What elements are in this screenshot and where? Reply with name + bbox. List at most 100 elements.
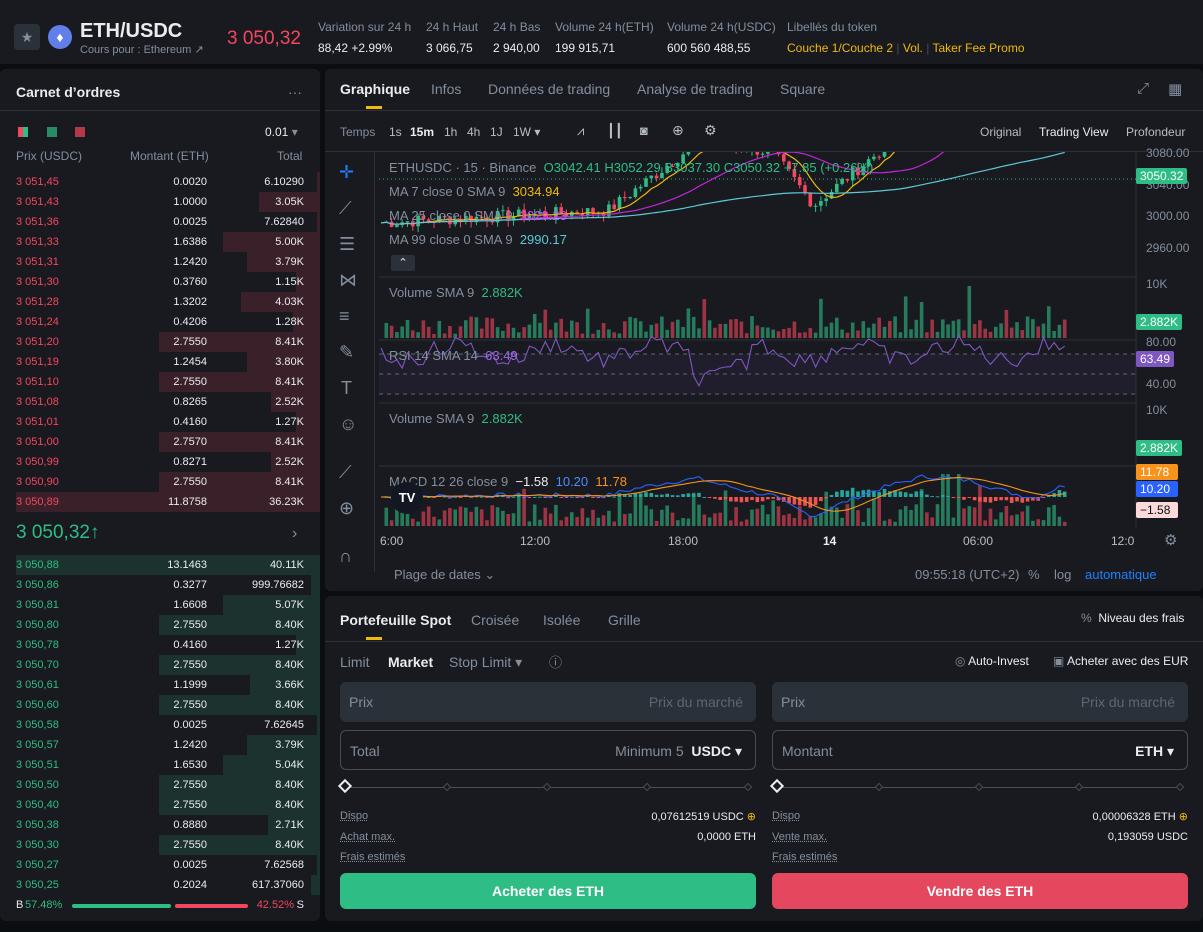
pair-subtitle[interactable]: Cours pour : Ethereum ↗ [80,43,204,56]
pair-title[interactable]: ETH/USDC [80,20,182,43]
sell-fees-label[interactable]: Frais estimés [772,851,837,863]
bid-row[interactable]: 3 050,86 0.3277 999.76682 [0,575,320,595]
bid-row[interactable]: 3 050,58 0.0025 7.62645 [0,715,320,735]
emoji-icon[interactable]: ☺ [339,414,357,435]
view-asks-icon[interactable] [75,127,85,137]
view-both-icon[interactable] [18,127,28,137]
buy-max-label[interactable]: Achat max. [340,831,395,843]
candle-type-icon[interactable]: ┃┃ [607,123,623,139]
mid-price[interactable]: 3 050,32↑ [16,522,99,544]
view-trading-view[interactable]: Trading View [1039,125,1108,139]
mid-more-icon[interactable]: › [292,525,297,543]
order-type-market[interactable]: Market [388,654,433,670]
interval-15m[interactable]: 15m [410,125,434,139]
crosshair-icon[interactable]: ✛ [339,162,354,183]
interval-1s[interactable]: 1s [389,125,402,139]
bid-row[interactable]: 3 050,60 2.7550 8.40K [0,695,320,715]
interval-1d[interactable]: 1J [490,125,503,139]
interval-1h[interactable]: 1h [444,125,457,139]
bid-row[interactable]: 3 050,38 0.8880 2.71K [0,815,320,835]
tag-layer[interactable]: Couche 1/Couche 2 [787,41,893,55]
ask-row[interactable]: 3 051,20 2.7550 8.41K [0,332,320,352]
more-icon[interactable]: ··· [288,84,302,100]
chart-settings-icon[interactable]: ⚙ [1164,531,1177,549]
star-favorite-button[interactable]: ★ [14,24,40,50]
auto-invest-link[interactable]: ◎ Auto-Invest [955,654,1029,668]
buy-with-eur-link[interactable]: ▣ Acheter avec des EUR [1053,654,1188,668]
zoom-in-icon[interactable]: ⊕ [339,498,354,519]
camera-icon[interactable]: ◙ [640,123,648,138]
bid-row[interactable]: 3 050,80 2.7550 8.40K [0,615,320,635]
buy-dispo-label[interactable]: Dispo [340,810,368,822]
ask-row[interactable]: 3 051,10 2.7550 8.41K [0,372,320,392]
sell-currency-select[interactable]: ETH ▾ [1135,743,1174,759]
add-funds-icon[interactable]: ⊕ [747,811,756,823]
grid-settings-icon[interactable]: ▦ [1168,80,1182,98]
bid-row[interactable]: 3 050,51 1.6530 5.04K [0,755,320,775]
fib-icon[interactable]: ≡ [339,306,350,327]
horizontal-lines-icon[interactable]: ☰ [339,234,355,255]
bid-row[interactable]: 3 050,25 0.2024 617.37060 [0,875,320,895]
ask-row[interactable]: 3 051,28 1.3202 4.03K [0,292,320,312]
ruler-icon[interactable]: ⟋ [339,462,352,483]
tab-trading-analysis[interactable]: Analyse de trading [637,81,753,97]
settings-gear-icon[interactable]: ⚙ [704,122,717,139]
bid-row[interactable]: 3 050,70 2.7550 8.40K [0,655,320,675]
sell-price-field[interactable]: Prix Prix du marché [772,682,1188,722]
percent-toggle[interactable]: % [1028,567,1040,582]
expand-icon[interactable]: ⤢ [1137,80,1149,97]
brush-icon[interactable]: ✎ [339,342,354,363]
ask-row[interactable]: 3 051,43 1.0000 3.05K [0,192,320,212]
ask-row[interactable]: 3 051,08 0.8265 2.52K [0,392,320,412]
tag-taker-fee[interactable]: Taker Fee Promo [932,41,1024,55]
ask-row[interactable]: 3 051,24 0.4206 1.28K [0,312,320,332]
tab-square[interactable]: Square [780,81,825,97]
ask-row[interactable]: 3 051,33 1.6386 5.00K [0,232,320,252]
add-icon[interactable]: ⊕ [672,122,684,139]
bid-row[interactable]: 3 050,27 0.0025 7.62568 [0,855,320,875]
sell-max-label[interactable]: Vente max. [772,831,827,843]
ask-row[interactable]: 3 050,90 2.7550 8.41K [0,472,320,492]
bid-row[interactable]: 3 050,81 1.6608 5.07K [0,595,320,615]
auto-toggle[interactable]: automatique [1085,567,1157,582]
ask-row[interactable]: 3 050,89 11.8758 36.23K [0,492,320,512]
tab-grid[interactable]: Grille [608,612,641,628]
tab-trading-data[interactable]: Données de trading [488,81,610,97]
buy-eth-button[interactable]: Acheter des ETH [340,873,756,909]
fee-level-link[interactable]: % Niveau des frais [1081,611,1184,625]
magnet-icon[interactable]: ∩ [339,546,352,567]
ask-row[interactable]: 3 051,30 0.3760 1.15K [0,272,320,292]
pattern-icon[interactable]: ⋈ [339,270,357,291]
log-toggle[interactable]: log [1054,567,1071,582]
tab-infos[interactable]: Infos [431,81,461,97]
sell-slider[interactable] [769,778,1188,796]
buy-fees-label[interactable]: Frais estimés [340,851,405,863]
ask-row[interactable]: 3 051,36 0.0025 7.62840 [0,212,320,232]
bid-row[interactable]: 3 050,40 2.7550 8.40K [0,795,320,815]
indicator-icon[interactable]: ⩘ [577,123,584,139]
buy-currency-select[interactable]: USDC ▾ [691,743,742,759]
ask-row[interactable]: 3 050,99 0.8271 2.52K [0,452,320,472]
tab-isolated[interactable]: Isolée [543,612,580,628]
view-original[interactable]: Original [980,125,1021,139]
text-icon[interactable]: T [341,378,352,399]
order-type-stop-limit[interactable]: Stop Limit ▾ [449,654,522,671]
sell-eth-button[interactable]: Vendre des ETH [772,873,1188,909]
ask-row[interactable]: 3 051,19 1.2454 3.80K [0,352,320,372]
add-funds-icon[interactable]: ⊕ [1179,811,1188,823]
tab-spot[interactable]: Portefeuille Spot [340,612,451,640]
tag-vol[interactable]: Vol. [903,41,923,55]
tab-graphique[interactable]: Graphique [340,81,410,109]
sell-dispo-label[interactable]: Dispo [772,810,800,822]
tab-cross[interactable]: Croisée [471,612,519,628]
bid-row[interactable]: 3 050,88 13.1463 40.11K [0,555,320,575]
buy-total-field[interactable]: Total Minimum 5 USDC ▾ [340,730,756,770]
view-depth[interactable]: Profondeur [1126,125,1185,139]
trendline-icon[interactable]: ⟋ [339,198,352,219]
order-type-limit[interactable]: Limit [340,654,370,670]
bid-row[interactable]: 3 050,61 1.1999 3.66K [0,675,320,695]
info-icon[interactable]: ⓘ [549,652,562,671]
ask-row[interactable]: 3 051,31 1.2420 3.79K [0,252,320,272]
ask-row[interactable]: 3 051,45 0.0020 6.10290 [0,172,320,192]
bid-row[interactable]: 3 050,57 1.2420 3.79K [0,735,320,755]
